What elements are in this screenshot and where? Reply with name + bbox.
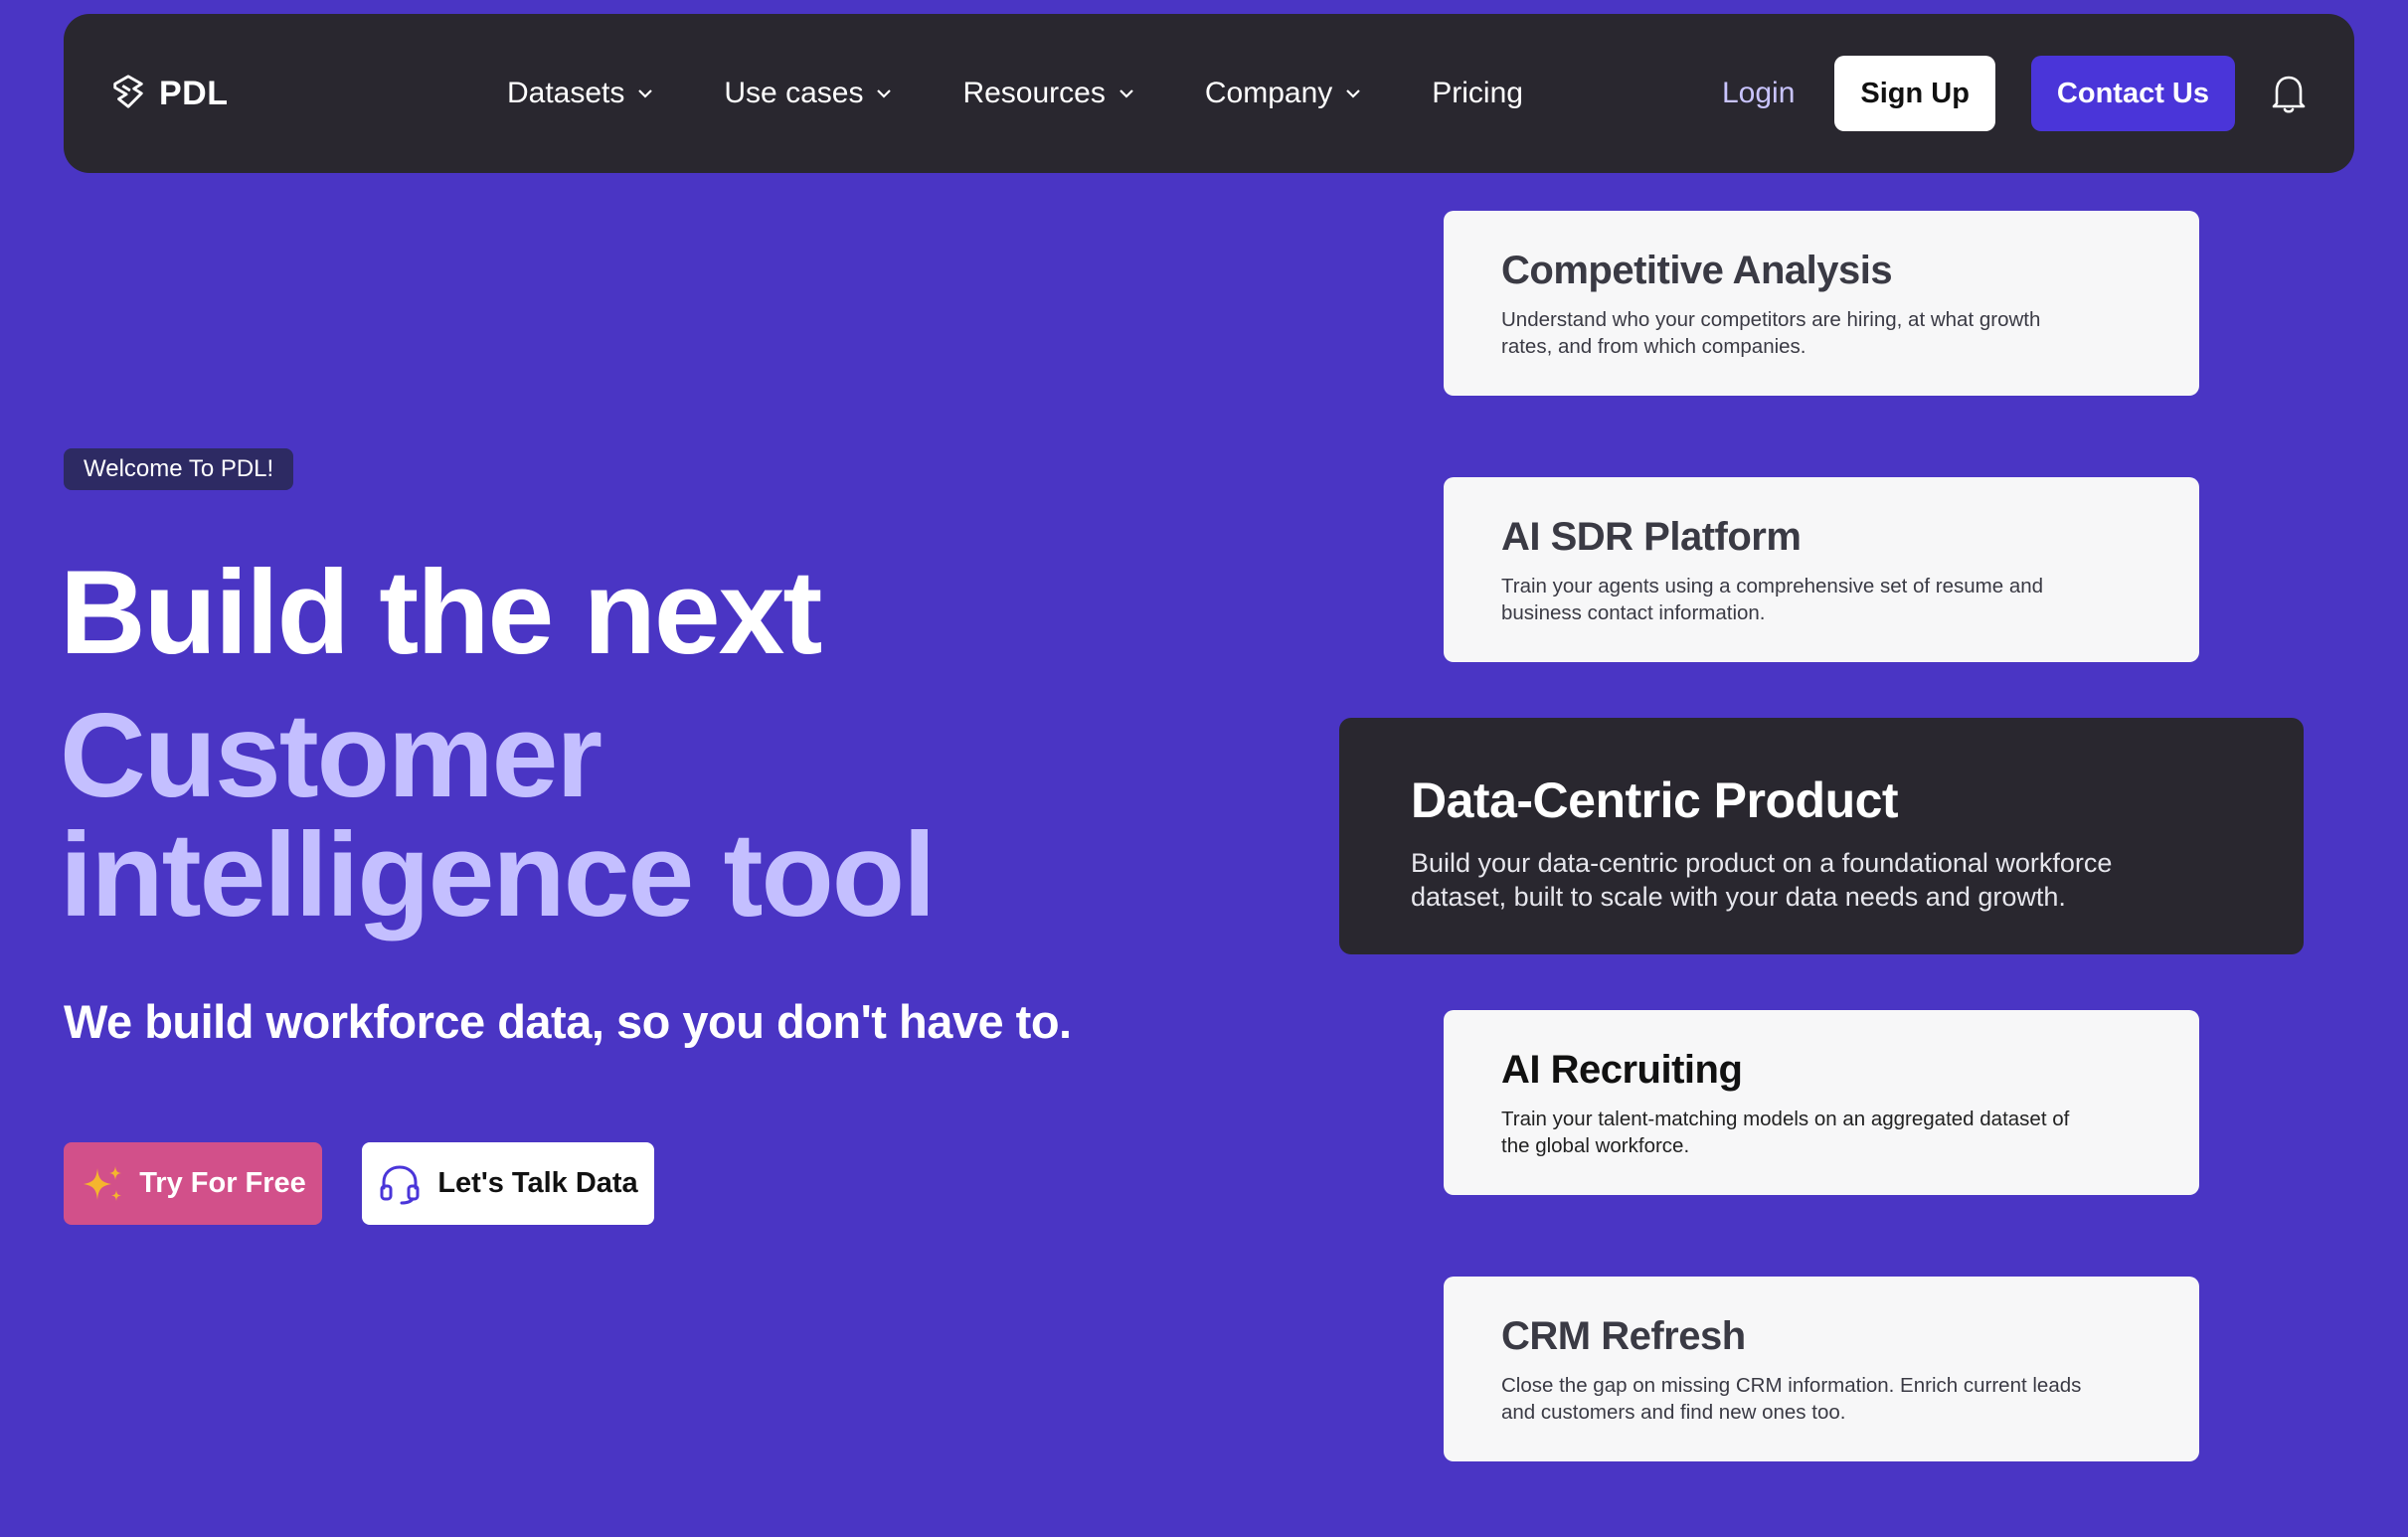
headline-secondary: Customer intelligence tool	[60, 689, 936, 941]
nav-resources[interactable]: Resources	[962, 77, 1134, 110]
logo-text: PDL	[159, 74, 229, 112]
card-description: Train your agents using a comprehensive …	[1501, 575, 2044, 624]
logo-link[interactable]: PDL	[109, 14, 229, 173]
card-description: Close the gap on missing CRM information…	[1501, 1374, 2082, 1424]
main-nav: Datasets Use cases Resources Company Pri…	[507, 14, 1593, 173]
chevron-down-icon	[638, 89, 653, 98]
nav-actions: Login Sign Up Contact Us	[1722, 14, 2309, 173]
top-navbar: PDL Datasets Use cases Resources Company…	[64, 14, 2354, 173]
sign-up-button[interactable]: Sign Up	[1834, 56, 1995, 131]
use-case-card-ai-recruiting[interactable]: AI Recruiting Train your talent-matching…	[1444, 1010, 2199, 1195]
chevron-down-icon	[1119, 89, 1133, 98]
use-case-card-crm-refresh[interactable]: CRM Refresh Close the gap on missing CRM…	[1444, 1277, 2199, 1461]
card-title: Competitive Analysis	[1501, 249, 1893, 292]
nav-pricing[interactable]: Pricing	[1432, 77, 1523, 110]
nav-resources-label: Resources	[962, 77, 1106, 109]
try-for-free-button[interactable]: Try For Free	[64, 1142, 322, 1225]
use-case-card-data-centric-product[interactable]: Data-Centric Product Build your data-cen…	[1339, 718, 2304, 954]
bell-icon[interactable]	[2269, 72, 2309, 115]
lets-talk-data-label: Let's Talk Data	[437, 1167, 638, 1199]
nav-use-cases-label: Use cases	[724, 77, 864, 109]
nav-company[interactable]: Company	[1205, 77, 1362, 110]
use-case-card-competitive-analysis[interactable]: Competitive Analysis Understand who your…	[1444, 211, 2199, 396]
use-case-card-ai-sdr-platform[interactable]: AI SDR Platform Train your agents using …	[1444, 477, 2199, 662]
subheadline: We build workforce data, so you don't ha…	[64, 995, 1072, 1048]
card-title: CRM Refresh	[1501, 1314, 1746, 1358]
nav-use-cases[interactable]: Use cases	[724, 77, 893, 110]
lets-talk-data-button[interactable]: Let's Talk Data	[362, 1142, 654, 1225]
welcome-badge: Welcome To PDL!	[64, 448, 294, 490]
nav-pricing-label: Pricing	[1432, 77, 1523, 109]
chevron-down-icon	[877, 89, 892, 98]
card-description: Build your data-centric product on a fou…	[1411, 848, 2113, 912]
card-title: AI Recruiting	[1501, 1048, 1743, 1092]
headset-icon	[380, 1165, 420, 1204]
headline-primary: Build the next	[60, 546, 822, 679]
sparkle-icon	[84, 1165, 122, 1201]
contact-us-button[interactable]: Contact Us	[2030, 56, 2235, 131]
card-description: Train your talent-matching models on an …	[1501, 1108, 2070, 1157]
pdl-logo-icon	[109, 73, 147, 115]
nav-datasets-label: Datasets	[507, 77, 625, 109]
card-title: AI SDR Platform	[1501, 515, 1802, 559]
nav-company-label: Company	[1204, 77, 1333, 109]
card-title: Data-Centric Product	[1411, 772, 1899, 828]
chevron-down-icon	[1346, 89, 1361, 98]
login-link[interactable]: Login	[1722, 77, 1795, 110]
nav-datasets[interactable]: Datasets	[507, 77, 654, 110]
card-description: Understand who your competitors are hiri…	[1501, 308, 2041, 358]
try-for-free-label: Try For Free	[139, 1167, 306, 1199]
